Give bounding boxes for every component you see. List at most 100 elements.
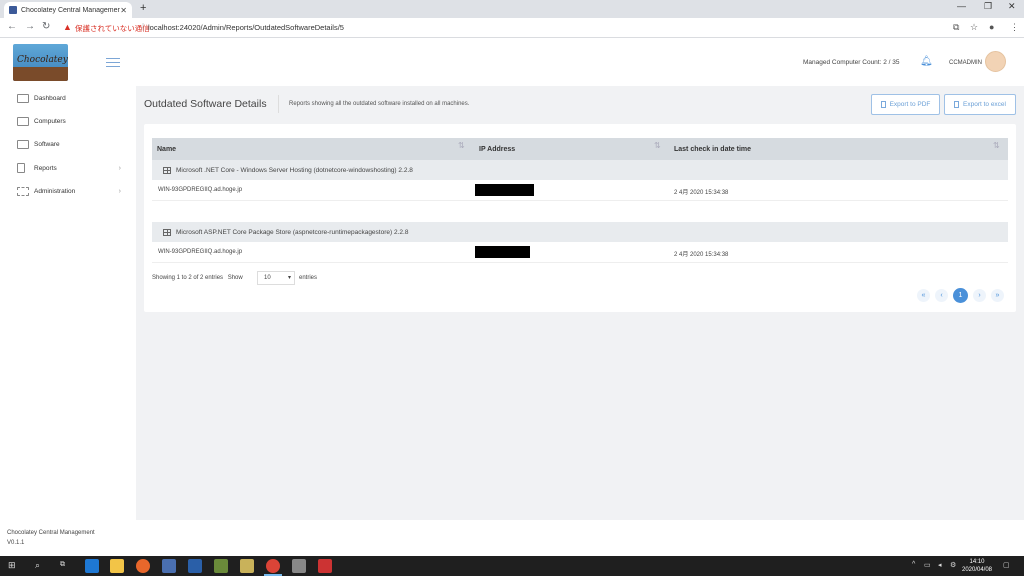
browser-tab-bar: Chocolatey Central Management ✕ + — ❐ ✕ (0, 0, 1024, 18)
logo-chocolate-bar (13, 67, 68, 81)
visual-studio-icon[interactable] (188, 559, 202, 573)
page-length-value: 10 (264, 275, 271, 281)
app-icon[interactable] (318, 559, 332, 573)
cell-name: WIN-93GPDREGIIQ.ad.hoge.jp (158, 249, 243, 255)
sidebar-item-software[interactable]: Software (0, 135, 136, 153)
first-page-button[interactable]: « (917, 289, 930, 302)
windows-taskbar: ⊞ ⌕ ⧉ ^ ▭ ◂ ⚙ 14:10 2020/04/08 ▢ (0, 556, 1024, 576)
chrome-icon[interactable] (266, 559, 280, 573)
document-icon (954, 101, 959, 108)
hamburger-menu-icon[interactable] (106, 58, 120, 70)
network-icon[interactable]: ▭ (924, 561, 931, 569)
app-header: Chocolatey Managed Computer Count: 2 / 3… (0, 38, 1024, 86)
sidebar: Dashboard Computers Software Reports › A… (0, 86, 136, 520)
windows-start-icon[interactable]: ⊞ (8, 560, 16, 571)
edge-icon[interactable] (85, 559, 99, 573)
showing-text: Showing 1 to 2 of 2 entries (152, 275, 224, 281)
settings-gear-icon[interactable] (292, 559, 306, 573)
last-page-button[interactable]: » (991, 289, 1004, 302)
group-row[interactable]: Microsoft ASP.NET Core Package Store (as… (152, 222, 1008, 242)
firefox-icon[interactable] (136, 559, 150, 573)
export-excel-button[interactable]: Export to excel (944, 94, 1016, 115)
warning-icon[interactable]: ▲ (63, 22, 72, 32)
url-divider: | (142, 22, 145, 31)
group-row[interactable]: Microsoft .NET Core - Windows Server Hos… (152, 160, 1008, 180)
page-title: Outdated Software Details (144, 98, 267, 110)
sidebar-item-dashboard[interactable]: Dashboard (0, 89, 136, 107)
sidebar-item-administration[interactable]: Administration › (0, 182, 136, 200)
sort-icon[interactable]: ⇅ (654, 141, 661, 150)
sidebar-item-label: Administration (34, 187, 76, 195)
bell-icon[interactable]: 🔔︎ (920, 56, 933, 67)
back-icon[interactable]: ← (7, 21, 17, 32)
page-length-select[interactable]: 10 ▾ (257, 271, 295, 285)
sidebar-item-reports[interactable]: Reports › (0, 159, 136, 177)
new-tab-button[interactable]: + (140, 2, 146, 14)
show-label: Show (227, 275, 243, 281)
restore-icon[interactable]: ❐ (984, 1, 992, 12)
file-explorer-icon[interactable] (110, 559, 124, 573)
forward-icon[interactable]: → (25, 21, 35, 32)
tab-title: Chocolatey Central Management (21, 6, 121, 14)
chocolatey-logo[interactable]: Chocolatey (13, 44, 68, 81)
table-row[interactable]: WIN-93GPDREGIIQ.ad.hoge.jp 2 4月 2020 15:… (152, 242, 1008, 263)
ime-icon[interactable]: ⚙ (950, 561, 956, 569)
avatar[interactable] (985, 51, 1006, 72)
tab-close-icon[interactable]: ✕ (120, 6, 127, 15)
task-view-icon[interactable]: ⧉ (60, 561, 65, 569)
column-header-name[interactable]: Name (157, 146, 176, 153)
sidebar-item-computers[interactable]: Computers (0, 112, 136, 130)
window-close-icon[interactable]: ✕ (1008, 1, 1016, 12)
menu-kebab-icon[interactable]: ⋮ (1010, 22, 1019, 33)
server-manager-icon[interactable] (162, 559, 176, 573)
cell-name: WIN-93GPDREGIIQ.ad.hoge.jp (158, 187, 243, 193)
minimize-icon[interactable]: — (957, 1, 966, 11)
notification-icon[interactable]: ▢ (1003, 561, 1010, 569)
table-row[interactable]: WIN-93GPDREGIIQ.ad.hoge.jp 2 4月 2020 15:… (152, 180, 1008, 201)
tray-chevron-icon[interactable]: ^ (912, 561, 915, 568)
username[interactable]: CCMADMIN (949, 60, 982, 66)
redacted-ip (475, 246, 530, 258)
clock-time: 14:10 (969, 559, 985, 565)
sort-icon[interactable]: ⇅ (993, 141, 1000, 150)
sidebar-item-label: Dashboard (34, 94, 66, 102)
column-header-ip[interactable]: IP Address (479, 146, 515, 153)
export-pdf-button[interactable]: Export to PDF (871, 94, 940, 115)
security-status[interactable]: 保護されていない通信 (75, 23, 150, 34)
document-icon (880, 101, 886, 108)
clock[interactable]: 14:10 2020/04/08 (960, 558, 994, 574)
translate-icon[interactable]: ⧉ (953, 22, 959, 33)
column-header-last-checkin[interactable]: Last check in date time (674, 146, 751, 153)
group-name: Microsoft .NET Core - Windows Server Hos… (176, 166, 413, 174)
grid-icon (17, 139, 29, 149)
next-page-button[interactable]: › (973, 289, 986, 302)
app-icon[interactable] (214, 559, 228, 573)
report-icon (17, 163, 25, 173)
table-icon (163, 228, 171, 236)
entries-label: entries (299, 275, 318, 281)
group-name: Microsoft ASP.NET Core Package Store (as… (176, 228, 409, 236)
table-info: Showing 1 to 2 of 2 entries Show (152, 275, 243, 281)
sort-icon[interactable]: ⇅ (458, 141, 465, 150)
chevron-right-icon: › (118, 164, 121, 172)
clock-date: 2020/04/08 (961, 567, 993, 573)
cell-last-checkin: 2 4月 2020 15:34:38 (674, 190, 729, 196)
page-1-button[interactable]: 1 (953, 288, 968, 303)
sliders-icon (17, 186, 29, 196)
prev-page-button[interactable]: ‹ (935, 289, 948, 302)
browser-tab[interactable]: Chocolatey Central Management ✕ (4, 2, 132, 18)
url-input[interactable]: localhost:24020/Admin/Reports/OutdatedSo… (148, 23, 344, 32)
sidebar-item-label: Reports (34, 164, 57, 172)
table-icon (163, 166, 171, 174)
app-icon[interactable] (240, 559, 254, 573)
reload-icon[interactable]: ↻ (42, 21, 50, 32)
profile-icon[interactable]: ● (989, 22, 994, 32)
search-icon[interactable]: ⌕ (35, 560, 40, 571)
address-bar: ← → ↻ ▲ 保護されていない通信 | localhost:24020/Adm… (0, 18, 1024, 38)
logo-text: Chocolatey (17, 55, 68, 65)
redacted-ip (475, 184, 534, 196)
bookmark-star-icon[interactable]: ☆ (970, 22, 978, 33)
dashboard-icon (17, 93, 29, 103)
volume-icon[interactable]: ◂ (938, 561, 942, 569)
sidebar-item-label: Software (34, 140, 60, 148)
